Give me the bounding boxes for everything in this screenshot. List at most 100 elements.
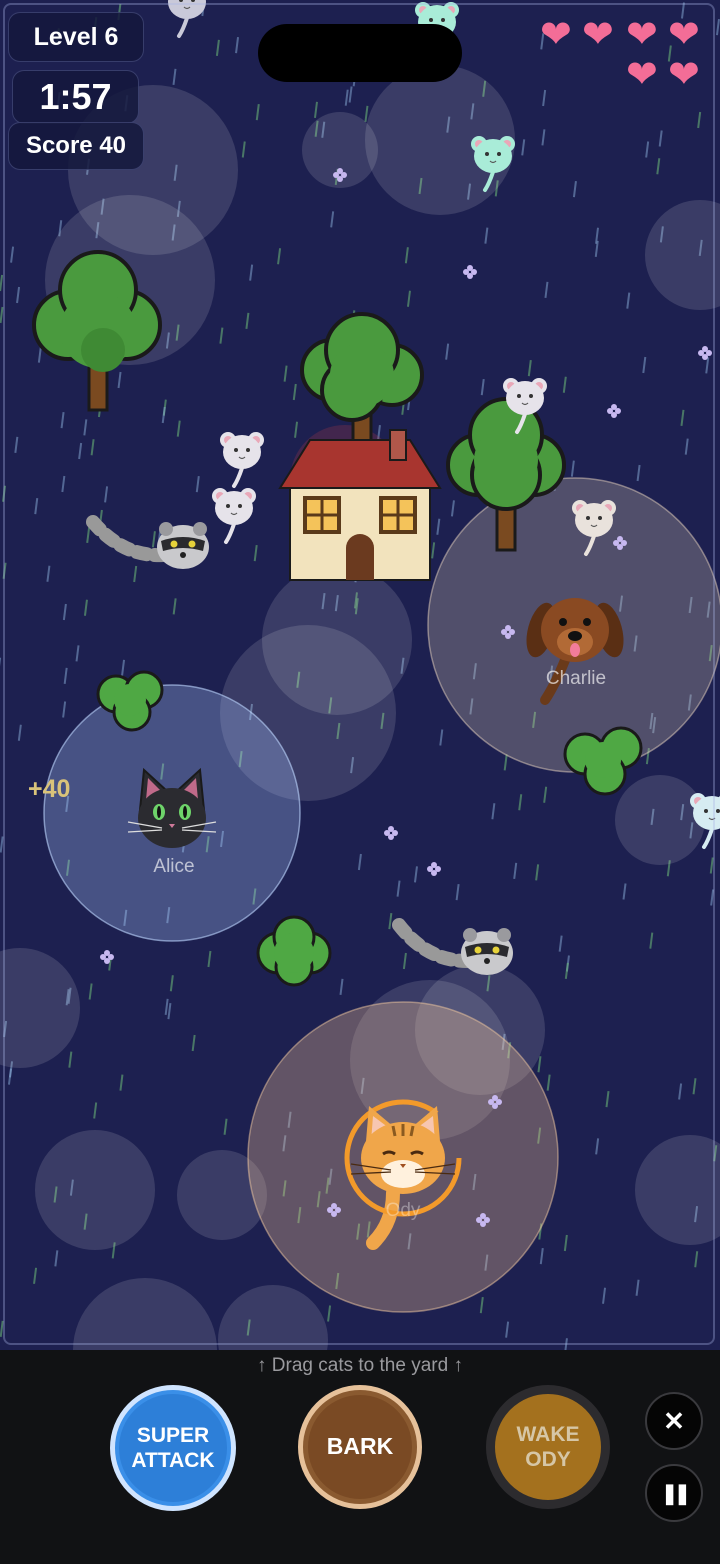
rain-streak [692, 1078, 697, 1095]
yard-scene [0, 0, 720, 1350]
rain-streak [292, 383, 297, 401]
rain-streak [151, 531, 156, 548]
rain-streak [235, 37, 240, 54]
rain-streak [63, 667, 68, 685]
rain-streak [564, 1338, 568, 1350]
rain-streak [694, 1251, 699, 1268]
rain-streak [207, 950, 212, 968]
rain-streak [570, 460, 575, 477]
wake-ody-button[interactable]: WAKE ODY [486, 1385, 610, 1509]
rain-streak [344, 89, 349, 106]
rain-streak [133, 565, 138, 583]
rain-streak [709, 857, 714, 874]
rain-streak [563, 1234, 568, 1252]
ody-name-label[interactable]: Ody [386, 1200, 421, 1222]
rain-streak [119, 1074, 124, 1091]
rain-streak [636, 464, 641, 482]
rain-streak [505, 1321, 510, 1338]
rain-streak [0, 274, 4, 292]
close-icon[interactable]: ✕ [645, 1392, 703, 1450]
sparkle-icon [698, 346, 712, 360]
timer-display: 1:57 [12, 70, 139, 124]
rain-streak [491, 803, 496, 820]
rain-streak [715, 19, 720, 36]
rain-streak [656, 158, 661, 175]
super-attack-button[interactable]: SUPER ATTACK [110, 1385, 236, 1511]
rain-streak [121, 659, 126, 676]
rain-streak [2, 562, 7, 579]
alice-name-label[interactable]: Alice [153, 856, 194, 878]
rain-streak [649, 932, 654, 949]
rain-streak [541, 129, 546, 146]
rain-streak [535, 864, 540, 881]
rain-streak [406, 290, 411, 307]
rain-streak [7, 1068, 12, 1085]
pause-icon[interactable]: ❚❚ [645, 1464, 703, 1522]
heart-icon: ❤ [668, 14, 700, 56]
rain-streak [396, 880, 401, 897]
rain-streak [61, 475, 66, 493]
rain-streak [83, 599, 88, 616]
mouse [220, 432, 264, 488]
sparkle-icon [100, 950, 114, 964]
rain-streak [431, 542, 436, 559]
rain-streak [484, 227, 489, 244]
rain-streak [245, 312, 250, 329]
rain-streak [678, 1083, 683, 1100]
rain-streak [645, 141, 650, 158]
rain-streak [161, 406, 166, 424]
rain-streak [357, 853, 362, 871]
rain-streak [88, 983, 93, 1000]
rain-streak [283, 365, 288, 382]
rain-streak [602, 1287, 607, 1304]
rain-streak [327, 1305, 332, 1322]
bush [256, 915, 332, 987]
sparkle-icon [427, 862, 441, 876]
heart-icon: ❤ [540, 14, 572, 56]
rain-streak [527, 359, 532, 377]
rain-streak [16, 286, 21, 304]
rain-streak [558, 935, 563, 952]
camera-notch [258, 24, 462, 82]
rain-streak [562, 376, 567, 393]
rain-streak [642, 356, 647, 374]
rain-streak [543, 786, 548, 803]
bark-button[interactable]: BARK [298, 1385, 422, 1509]
sparkle-icon [463, 265, 477, 279]
rain-streak [14, 436, 19, 454]
rain-streak [705, 357, 710, 374]
rain-streak [172, 598, 177, 615]
rain-streak [436, 518, 441, 535]
heart-icon: ❤ [626, 54, 658, 96]
score-display: Score 40 [8, 122, 144, 170]
rain-streak [86, 526, 91, 543]
heart-icon: ❤ [582, 14, 614, 56]
rain-streak [176, 420, 181, 437]
rain-streak [164, 998, 169, 1016]
charlie-name-label[interactable]: Charlie [546, 668, 606, 690]
rain-streak [445, 343, 450, 360]
rain-streak [313, 101, 318, 118]
sparkle-icon [384, 826, 398, 840]
rain-streak [191, 1034, 196, 1052]
rain-streak [117, 371, 122, 389]
house [278, 429, 442, 581]
rain-streak [622, 883, 627, 900]
rain-streak [62, 701, 67, 718]
rain-streak [2, 485, 7, 502]
rain-streak [480, 378, 485, 396]
rain-streak [364, 105, 369, 122]
rain-streak [167, 1002, 172, 1020]
rain-streak [518, 794, 523, 811]
rain-streak [37, 346, 42, 363]
game-field[interactable] [0, 0, 720, 1350]
rain-streak [17, 724, 22, 741]
rain-streak [249, 264, 254, 281]
rain-streak [544, 281, 549, 299]
rain-streak [277, 248, 282, 265]
rain-streak [348, 86, 353, 103]
rain-streak [546, 1074, 551, 1091]
mouse [168, 0, 206, 38]
rain-streak [635, 1279, 640, 1296]
bush [563, 726, 643, 796]
